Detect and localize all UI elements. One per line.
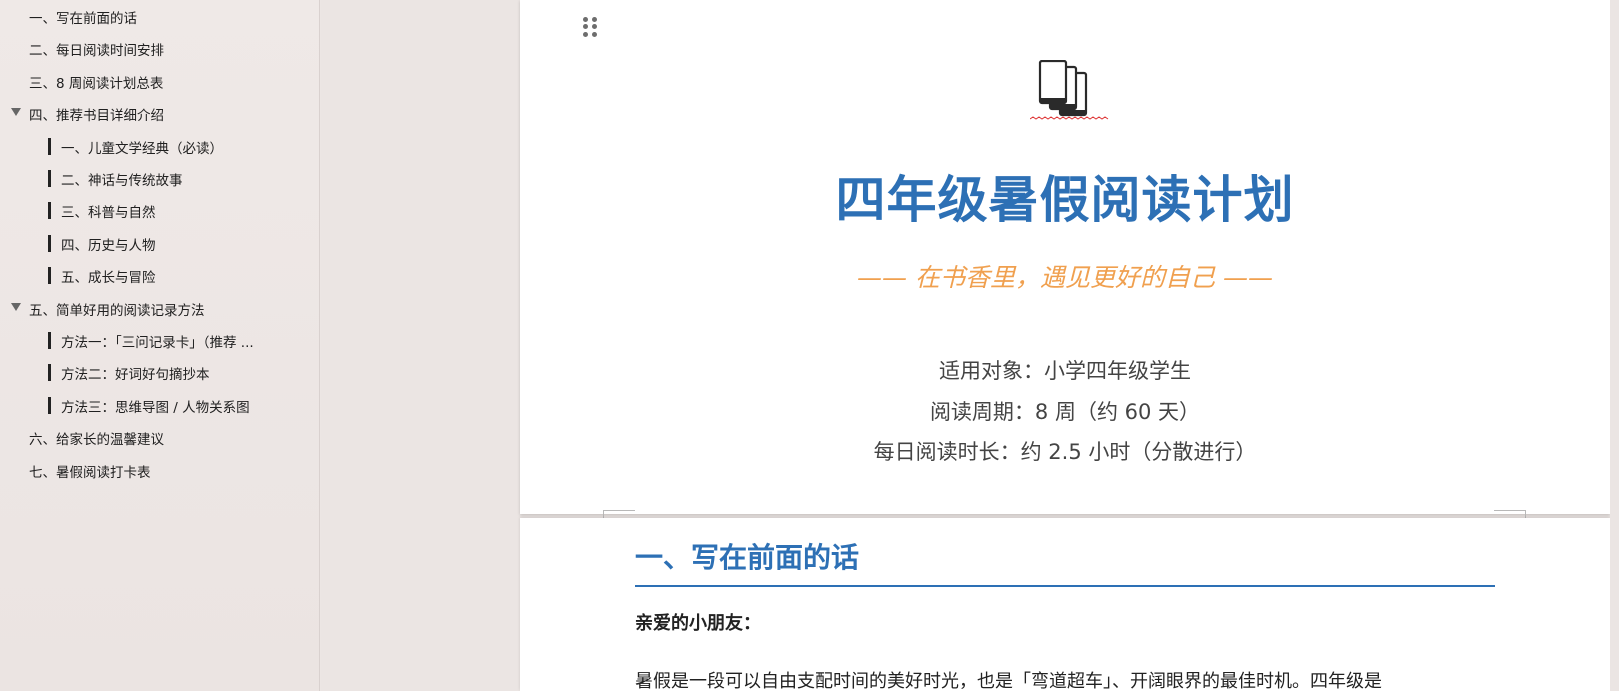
navigation-pane: 一、写在前面的话二、每日阅读时间安排 三、8 周阅读计划总表 四、推荐书目详细介绍一…: [0, 0, 320, 691]
nav-item-label: 五、简单好用的阅读记录方法: [29, 302, 205, 319]
books-icon: [1030, 60, 1109, 120]
nav-item-label: 六、给家长的温馨建议: [29, 432, 164, 449]
info-reading-period: 阅读周期：8 周（约 60 天）: [929, 400, 1201, 424]
nav-item[interactable]: 方法一：「三问记录卡」（推荐 ...: [0, 328, 300, 354]
nav-item[interactable]: 三、科普与自然: [0, 198, 300, 224]
nav-item[interactable]: 七、暑假阅读打卡表: [0, 458, 300, 484]
nav-item-label: 七、暑假阅读打卡表: [29, 464, 151, 481]
workspace-background: [321, 0, 520, 691]
nav-item-label: 一、儿童文学经典（必读）: [61, 140, 223, 157]
nav-item-label: 二、每日阅读时间安排: [29, 43, 164, 60]
nav-item[interactable]: 五、简单好用的阅读记录方法: [0, 296, 300, 322]
nav-item[interactable]: 四、历史与人物: [0, 231, 300, 257]
nav-item[interactable]: 二、每日阅读时间安排: [0, 36, 300, 62]
info-daily-duration: 每日阅读时长：约 2.5 小时（分散进行）: [873, 440, 1257, 464]
nav-item-label: 四、历史与人物: [61, 237, 156, 254]
heading-underline: [635, 585, 1495, 587]
nav-item[interactable]: 六、给家长的温馨建议: [0, 425, 300, 451]
nav-item[interactable]: 三、8 周阅读计划总表: [0, 69, 300, 95]
expand-arrow-icon[interactable]: [11, 302, 21, 311]
nav-indent-bar: [48, 234, 51, 252]
nav-indent-bar: [48, 137, 51, 155]
vertical-scrollbar[interactable]: [1610, 0, 1619, 691]
nav-item[interactable]: 四、推荐书目详细介绍: [0, 101, 300, 127]
nav-item-label: 四、推荐书目详细介绍: [29, 108, 164, 125]
drag-handle-icon[interactable]: [583, 17, 597, 37]
nav-item-label: 方法二：好词好句摘抄本: [61, 367, 210, 384]
nav-item-label: 五、成长与冒险: [61, 270, 156, 287]
expand-arrow-icon[interactable]: [11, 108, 21, 117]
nav-indent-bar: [48, 396, 51, 414]
nav-item-label: 三、8 周阅读计划总表: [29, 75, 164, 92]
document-page-cover: 四年级暑假阅读计划 —— 在书香里，遇见更好的自己 —— 适用对象：小学四年级学…: [520, 0, 1610, 514]
nav-item[interactable]: 一、写在前面的话: [0, 4, 300, 30]
nav-item-label: 三、科普与自然: [61, 205, 156, 222]
body-paragraph: 暑假是一段可以自由支配时间的美好时光，也是「弯道超车」、开阔眼界的最佳时机。四年…: [635, 671, 1382, 691]
nav-indent-bar: [48, 332, 51, 349]
nav-indent-bar: [48, 170, 51, 187]
section-heading: 一、写在前面的话: [635, 541, 860, 574]
page-subtitle: —— 在书香里，遇见更好的自己 ——: [857, 263, 1273, 292]
nav-indent-bar: [48, 202, 51, 220]
nav-item[interactable]: 二、神话与传统故事: [0, 166, 300, 192]
nav-item-label: 一、写在前面的话: [29, 11, 137, 27]
greeting-text: 亲爱的小朋友：: [635, 613, 761, 634]
nav-item[interactable]: 一、儿童文学经典（必读）: [0, 134, 300, 160]
page-title: 四年级暑假阅读计划: [835, 171, 1295, 229]
nav-indent-bar: [48, 364, 51, 382]
nav-item-label: 二、神话与传统故事: [61, 173, 183, 189]
document-page-content: 一、写在前面的话 亲爱的小朋友： 暑假是一段可以自由支配时间的美好时光，也是「弯…: [520, 518, 1610, 691]
nav-item-label: 方法一：「三问记录卡」（推荐 ...: [61, 335, 254, 351]
nav-indent-bar: [48, 267, 51, 285]
nav-item-label: 方法三：思维导图 / 人物关系图: [61, 399, 250, 416]
nav-item[interactable]: 方法三：思维导图 / 人物关系图: [0, 393, 300, 419]
nav-item[interactable]: 五、成长与冒险: [0, 263, 300, 289]
info-target-audience: 适用对象：小学四年级学生: [939, 359, 1191, 383]
nav-item[interactable]: 方法二：好词好句摘抄本: [0, 360, 300, 386]
